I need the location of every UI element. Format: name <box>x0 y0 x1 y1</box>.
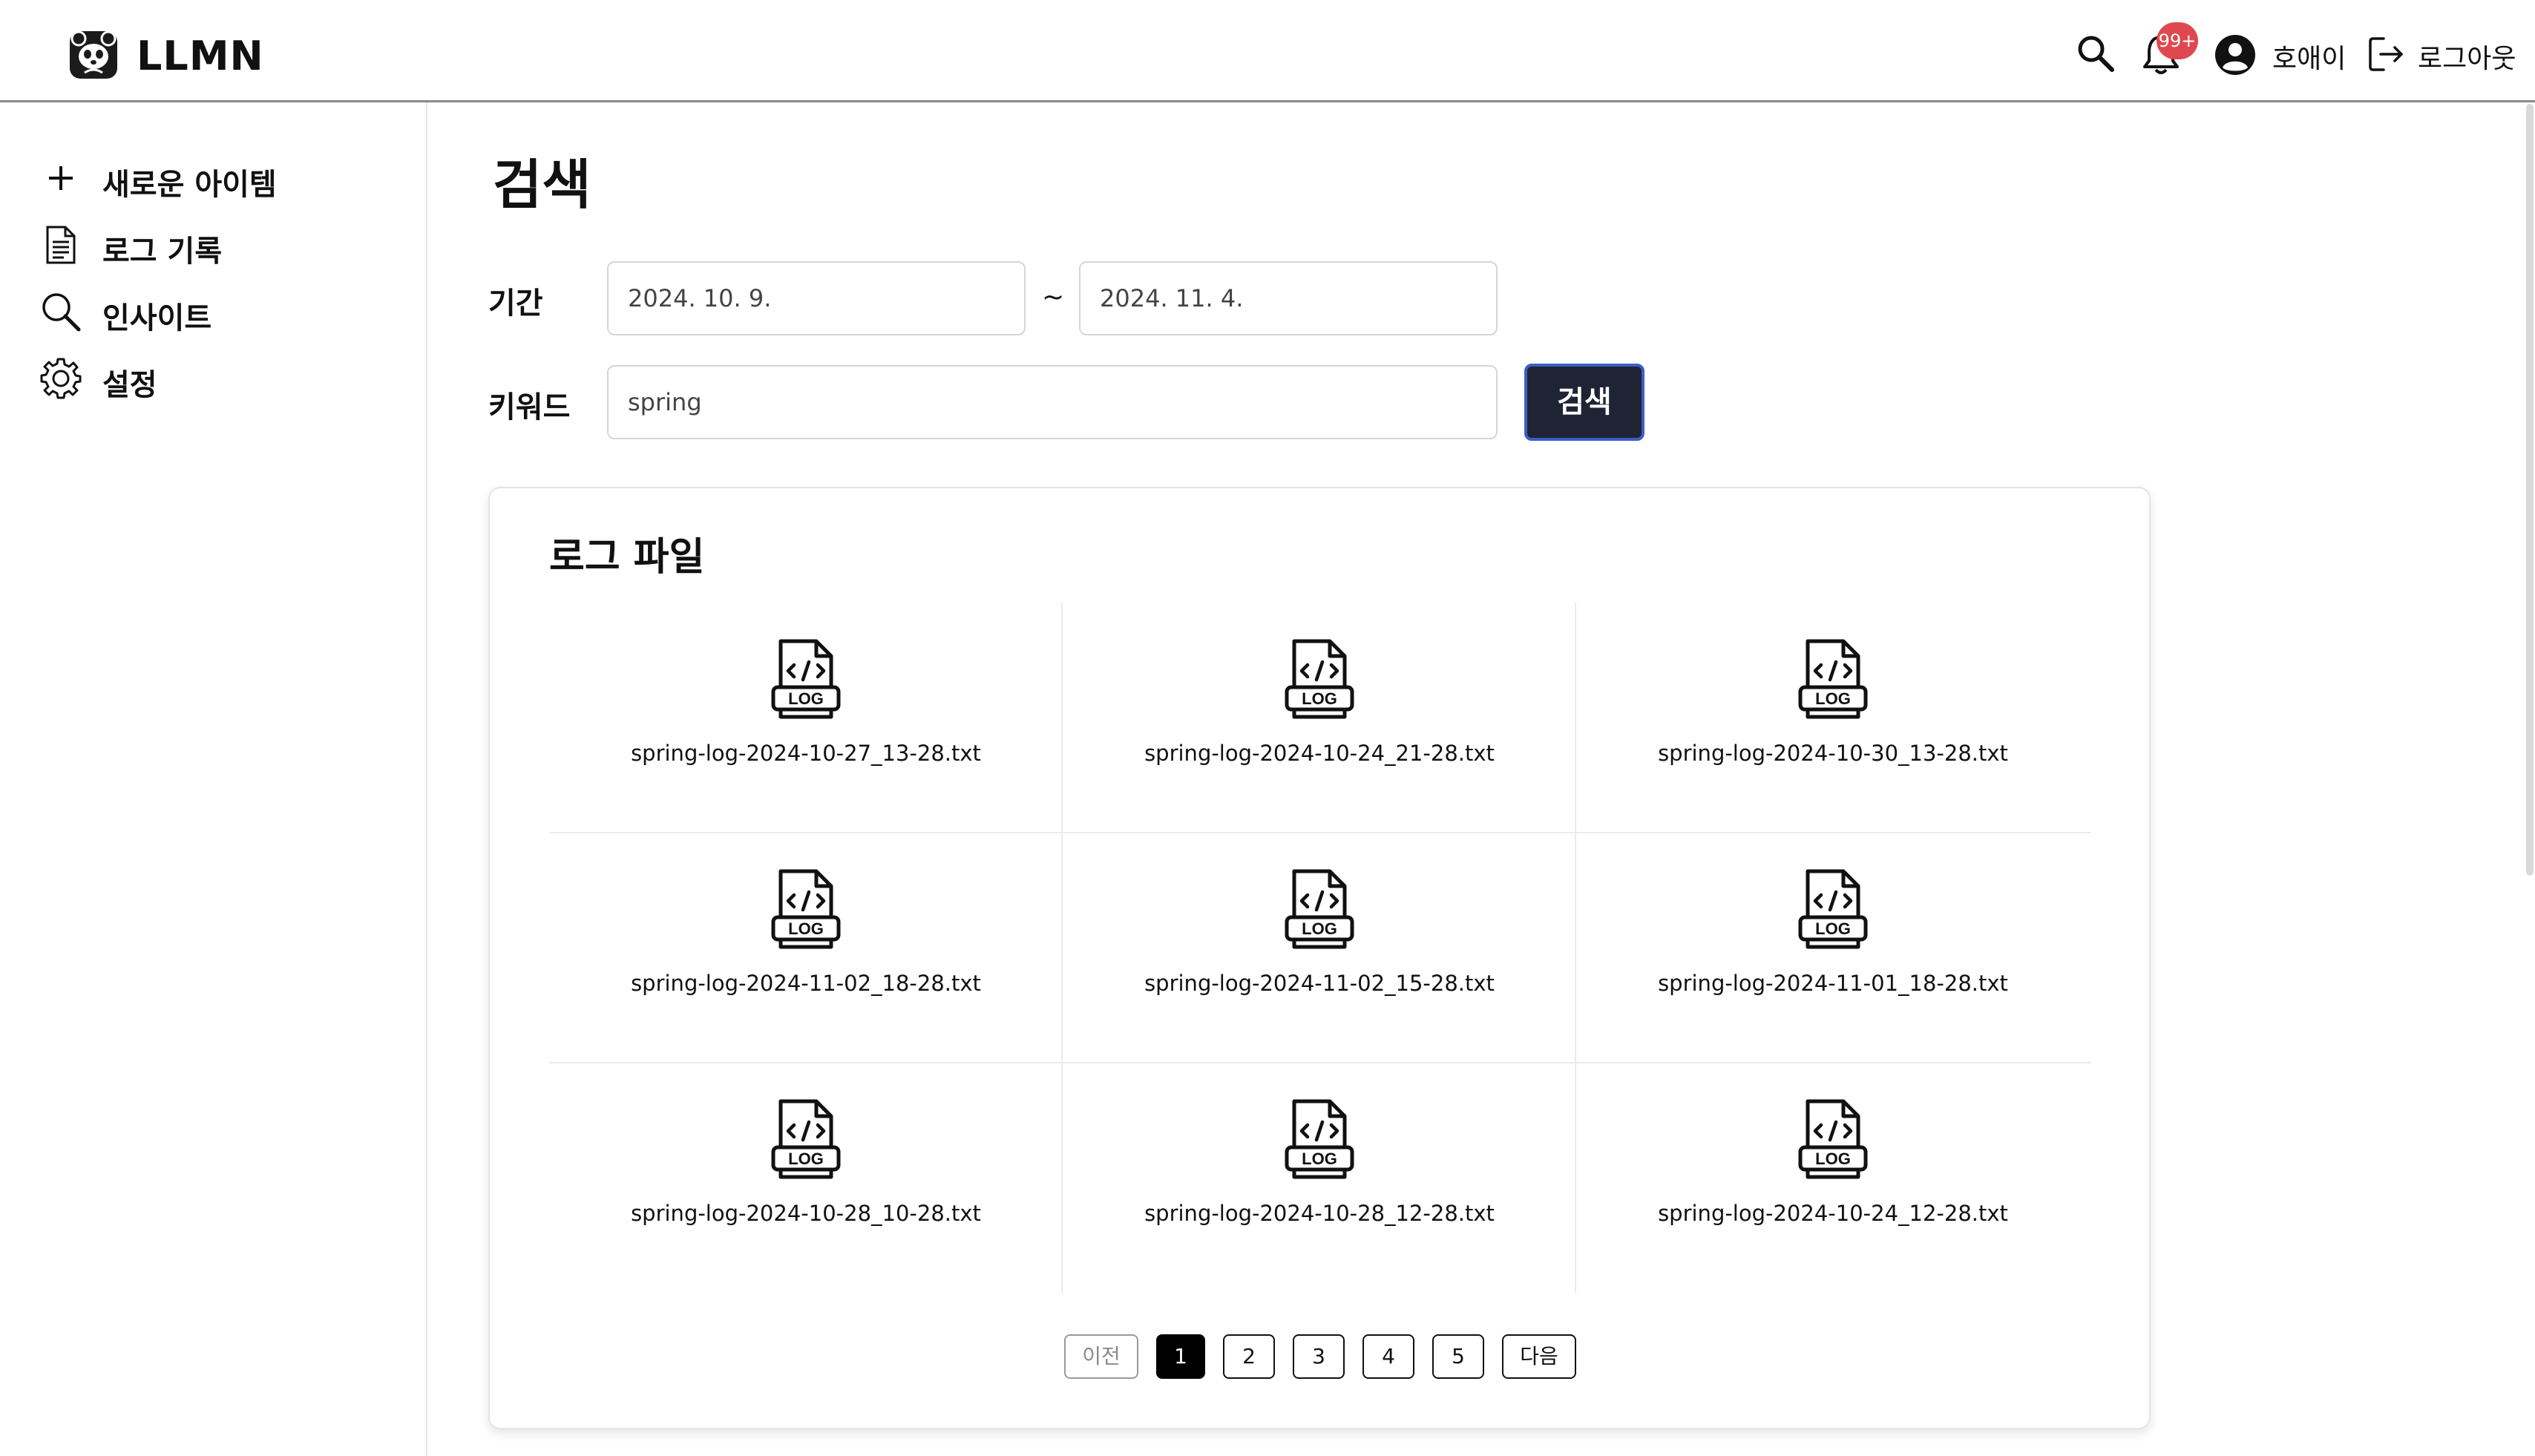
log-file-icon: LOG <box>1798 1099 1868 1179</box>
plus-icon <box>49 166 73 190</box>
log-file-item[interactable]: LOG spring-log-2024-11-01_18-28.txt <box>1576 833 2090 1063</box>
log-file-icon: LOG <box>1285 639 1354 719</box>
log-file-name: spring-log-2024-11-01_18-28.txt <box>1658 971 2008 996</box>
sidebar-item-insight[interactable]: 인사이트 <box>39 285 395 337</box>
sidebar-item-label: 인사이트 <box>102 301 212 335</box>
log-file-item[interactable]: LOG spring-log-2024-10-24_21-28.txt <box>1063 603 1576 833</box>
search-icon[interactable] <box>2075 33 2116 74</box>
date-to-input[interactable] <box>1079 261 1498 335</box>
panda-logo-icon[interactable] <box>68 28 119 82</box>
sidebar-item-label: 설정 <box>102 368 157 402</box>
log-file-name: spring-log-2024-10-24_21-28.txt <box>1144 741 1495 766</box>
log-file-icon: LOG <box>771 1099 841 1179</box>
log-file-name: spring-log-2024-10-30_13-28.txt <box>1658 741 2008 766</box>
user-icon[interactable] <box>2214 34 2256 76</box>
page-button-1[interactable]: 1 <box>1156 1334 1205 1379</box>
log-icon-text: LOG <box>1815 689 1851 708</box>
log-icon-text: LOG <box>1302 689 1337 708</box>
prev-page-button[interactable]: 이전 <box>1064 1334 1138 1379</box>
log-file-name: spring-log-2024-10-28_12-28.txt <box>1144 1201 1495 1226</box>
log-file-icon: LOG <box>771 639 841 719</box>
log-file-grid: LOG spring-log-2024-10-27_13-28.txt LOG spr… <box>549 603 2091 1293</box>
page-button-5[interactable]: 5 <box>1432 1334 1484 1379</box>
log-icon-text: LOG <box>788 1150 824 1168</box>
date-from-input[interactable] <box>607 261 1026 335</box>
page-button-4[interactable]: 4 <box>1362 1334 1414 1379</box>
scrollbar[interactable] <box>2526 104 2534 876</box>
log-icon-text: LOG <box>788 689 824 708</box>
log-file-name: spring-log-2024-10-24_12-28.txt <box>1658 1201 2008 1226</box>
logout-link[interactable]: 로그아웃 <box>2418 37 2516 76</box>
top-header: LLMN 99+ 호애이 로그아웃 <box>0 0 2535 102</box>
notification-badge: 99+ <box>2157 22 2198 59</box>
log-icon-text: LOG <box>1302 1150 1337 1168</box>
log-icon-text: LOG <box>1302 919 1337 938</box>
log-file-name: spring-log-2024-11-02_18-28.txt <box>631 971 981 996</box>
log-file-item[interactable]: LOG spring-log-2024-11-02_15-28.txt <box>1063 833 1576 1063</box>
sidebar-item-log-history[interactable]: 로그 기록 <box>39 218 395 270</box>
log-file-name: spring-log-2024-10-28_10-28.txt <box>631 1201 981 1226</box>
page-button-3[interactable]: 3 <box>1293 1334 1345 1379</box>
date-separator: ~ <box>1042 282 1065 312</box>
log-file-item[interactable]: LOG spring-log-2024-10-28_10-28.txt <box>549 1063 1063 1293</box>
log-file-item[interactable]: LOG spring-log-2024-10-28_12-28.txt <box>1063 1063 1576 1293</box>
document-icon <box>46 226 76 264</box>
log-file-item[interactable]: LOG spring-log-2024-10-30_13-28.txt <box>1576 603 2090 833</box>
gear-icon <box>40 358 82 399</box>
log-file-item[interactable]: LOG spring-log-2024-10-27_13-28.txt <box>549 603 1063 833</box>
user-name[interactable]: 호애이 <box>2272 37 2346 76</box>
page-title: 검색 <box>493 154 591 216</box>
period-label: 기간 <box>488 286 543 321</box>
sidebar-item-label: 새로운 아이템 <box>102 168 277 202</box>
search-button[interactable]: 검색 <box>1524 364 1644 441</box>
log-icon-text: LOG <box>1815 919 1851 938</box>
log-file-icon: LOG <box>771 869 841 949</box>
log-files-card: 로그 파일 LOG spring-log-2024-10-27_13-28.txt… <box>488 487 2151 1429</box>
log-file-icon: LOG <box>1285 1099 1354 1179</box>
brand-name[interactable]: LLMN <box>137 33 264 79</box>
sidebar: 새로운 아이템 로그 기록 인사이트 설정 <box>0 102 427 1456</box>
sidebar-item-new-item[interactable]: 새로운 아이템 <box>39 151 395 203</box>
next-page-button[interactable]: 다음 <box>1502 1334 1576 1379</box>
keyword-input[interactable] <box>607 365 1498 439</box>
log-file-icon: LOG <box>1798 639 1868 719</box>
sidebar-item-settings[interactable]: 설정 <box>39 352 395 404</box>
log-icon-text: LOG <box>788 919 824 938</box>
magnifier-icon <box>42 293 81 332</box>
log-file-item[interactable]: LOG spring-log-2024-11-02_18-28.txt <box>549 833 1063 1063</box>
page-button-2[interactable]: 2 <box>1223 1334 1275 1379</box>
card-title: 로그 파일 <box>549 535 705 580</box>
log-file-icon: LOG <box>1285 869 1354 949</box>
log-file-item[interactable]: LOG spring-log-2024-10-24_12-28.txt <box>1576 1063 2090 1293</box>
log-file-name: spring-log-2024-11-02_15-28.txt <box>1144 971 1495 996</box>
logout-icon[interactable] <box>2367 36 2404 73</box>
sidebar-item-label: 로그 기록 <box>102 235 223 269</box>
keyword-label: 키워드 <box>488 390 571 424</box>
log-icon-text: LOG <box>1815 1150 1851 1168</box>
log-file-name: spring-log-2024-10-27_13-28.txt <box>631 741 981 766</box>
log-file-icon: LOG <box>1798 869 1868 949</box>
